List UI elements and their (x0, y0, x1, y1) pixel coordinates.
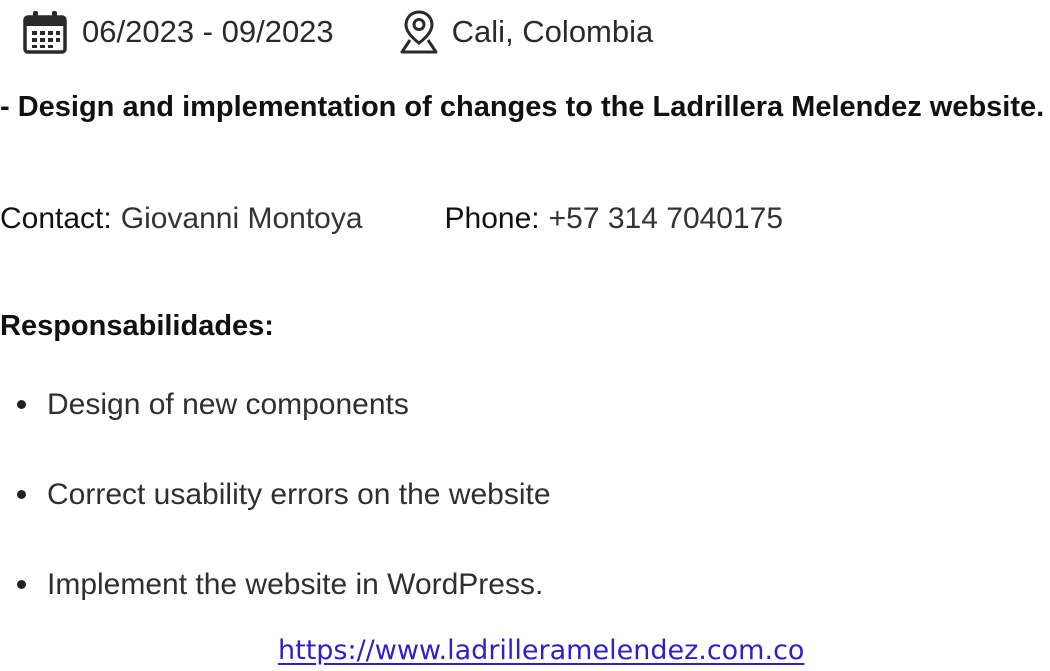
contact-name: Giovanni Montoya (120, 202, 363, 235)
contact-row: Contact: Giovanni Montoya Phone: +57 314… (0, 198, 783, 240)
location-text: Cali, Colombia (451, 14, 654, 49)
list-item: Correct usability errors on the website (0, 470, 551, 560)
list-item-text: Implement the website in WordPress. (47, 568, 544, 601)
responsibilities-list: Design of new components Correct usabili… (0, 380, 551, 650)
phone-group: Phone: +57 314 7040175 (445, 202, 784, 236)
responsibilities-title: Responsabilidades: (0, 310, 274, 342)
date-range: 06/2023 - 09/2023 (82, 14, 334, 49)
list-item-text: Correct usability errors on the website (47, 478, 551, 511)
website-link[interactable]: https://www.ladrilleramelendez.com.co (278, 635, 804, 666)
bullet-icon (17, 400, 26, 409)
bullet-icon (17, 490, 26, 499)
phone-number: +57 314 7040175 (548, 202, 784, 235)
phone-label: Phone: (444, 202, 540, 235)
job-headline: - Design and implementation of changes t… (0, 91, 1045, 123)
contact-label: Contact: (0, 202, 112, 235)
bullet-icon (17, 580, 26, 589)
location-group: Cali, Colombia (396, 9, 654, 55)
list-item-text: Design of new components (47, 388, 409, 421)
calendar-icon (22, 9, 68, 55)
meta-row: 06/2023 - 09/2023 Cali, Colombia (22, 6, 653, 58)
list-item: Design of new components (0, 380, 551, 470)
location-pin-icon (396, 9, 442, 55)
